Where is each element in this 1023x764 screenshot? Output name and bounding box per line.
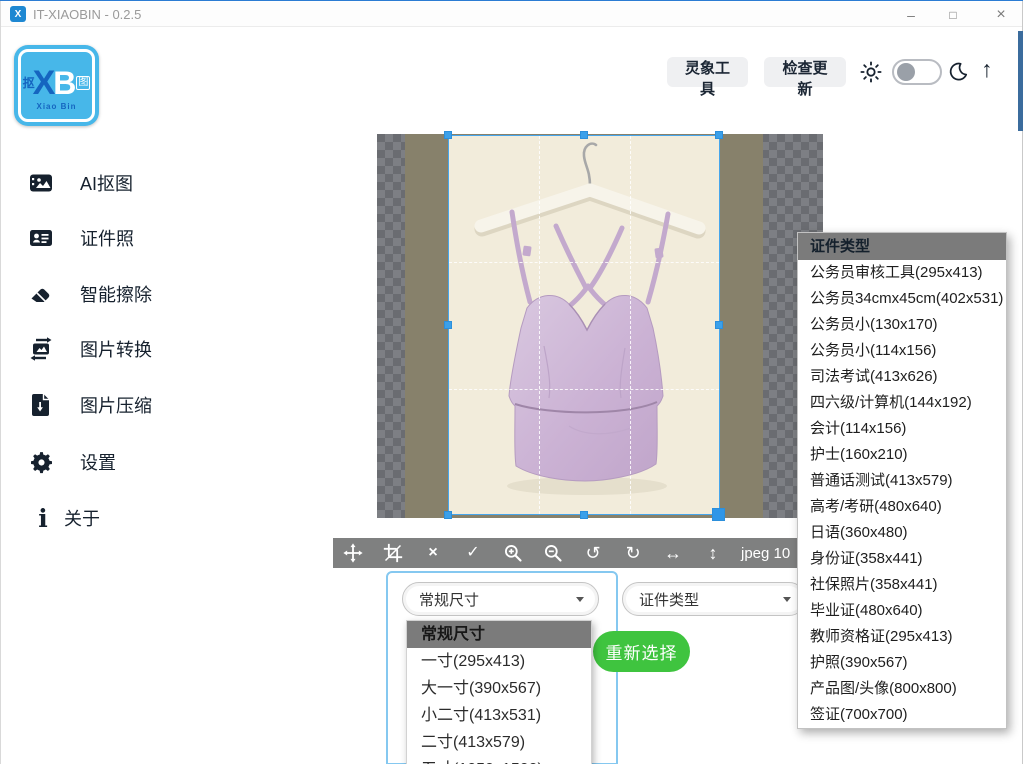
crop-toolbar: × ✓ ↺ ↻ ↔ ↕ jpeg 10 [333,538,800,568]
image-canvas [377,134,823,518]
type-select-value: 证件类型 [639,589,783,610]
check-update-button[interactable]: 检查更新 [764,57,846,87]
id-type-option[interactable]: 社保照片(358x441) [798,572,1006,598]
sidebar-item-label: 图片压缩 [80,392,152,418]
app-window: X IT-XIAOBIN - 0.2.5 – □ × 抠 X B 图 Xiao … [0,0,1023,764]
logo-suffix-char: 图 [76,76,90,90]
image-compress-icon [28,392,54,418]
eraser-icon [28,281,54,307]
app-icon: X [10,6,26,22]
close-button[interactable]: × [984,2,1018,27]
format-quality-label: jpeg 10 [741,545,790,562]
settings-gear-icon [28,449,54,475]
sun-icon [860,61,882,83]
image-convert-icon [28,336,54,362]
size-option[interactable]: 一寸(295x413) [407,648,591,675]
size-select[interactable]: 常规尺寸 [402,582,599,616]
id-type-option[interactable]: 身份证(358x441) [798,546,1006,572]
sidebar-item-id-photo[interactable]: 证件照 [0,221,230,255]
about-info-icon: i [30,505,56,531]
sidebar-item-image-compress[interactable]: 图片压缩 [0,388,230,422]
crop-handle-top-right[interactable] [715,131,723,139]
id-type-option[interactable]: 公务员审核工具(295x413) [798,260,1006,286]
window-scrollbar-thumb[interactable] [1018,31,1023,131]
theme-toggle-switch[interactable] [892,59,942,85]
sidebar-item-label: 图片转换 [80,336,152,362]
id-type-option[interactable]: 高考/考研(480x640) [798,494,1006,520]
confirm-icon[interactable]: ✓ [461,541,485,565]
id-type-option[interactable]: 会计(114x156) [798,416,1006,442]
id-type-option[interactable]: 日语(360x480) [798,520,1006,546]
app-logo-inner: 抠 X B 图 Xiao Bin [18,49,95,122]
reselect-button[interactable]: 重新选择 [593,631,690,672]
zoom-out-icon[interactable] [541,541,565,565]
id-type-option[interactable]: 公务员小(114x156) [798,338,1006,364]
sidebar-item-label: 智能擦除 [80,281,152,307]
logo-b-letter: B [53,67,76,99]
id-type-option[interactable]: 司法考试(413x626) [798,364,1006,390]
flip-horizontal-icon[interactable]: ↔ [661,541,685,565]
sidebar-item-smart-erase[interactable]: 智能擦除 [0,277,230,311]
maximize-button[interactable]: □ [936,2,970,27]
id-type-option[interactable]: 四六级/计算机(144x192) [798,390,1006,416]
moon-icon [948,61,969,82]
crop-handle-mid-right[interactable] [715,321,723,329]
rotate-left-icon[interactable]: ↺ [581,541,605,565]
cancel-icon[interactable]: × [421,541,445,565]
window-title: IT-XIAOBIN - 0.2.5 [33,7,141,22]
sidebar-item-about[interactable]: i 关于 [0,501,230,535]
size-dropdown-list: 常规尺寸 一寸(295x413) 大一寸(390x567) 小二寸(413x53… [406,620,592,764]
garment-photo [449,136,721,516]
crop-handle-bottom-right[interactable] [712,508,725,521]
lingxiang-tools-button[interactable]: 灵象工具 [667,57,748,87]
toggle-knob [897,63,915,81]
move-icon[interactable] [341,541,365,565]
id-type-option[interactable]: 护士(160x210) [798,442,1006,468]
titlebar: X IT-XIAOBIN - 0.2.5 – □ × [1,2,1022,27]
crop-handle-bottom-left[interactable] [444,511,452,519]
size-option[interactable]: 常规尺寸 [407,621,591,648]
id-type-option[interactable]: 公务员34cmx45cm(402x531) [798,286,1006,312]
size-option[interactable]: 五寸(1050x1500) [407,756,591,764]
scroll-top-button[interactable]: ↑ [981,56,993,83]
size-option[interactable]: 大一寸(390x567) [407,675,591,702]
sidebar-item-image-convert[interactable]: 图片转换 [0,332,230,366]
sidebar-item-label: AI抠图 [80,170,133,196]
sidebar-item-ai-cutout[interactable]: AI抠图 [0,166,230,200]
type-select[interactable]: 证件类型 [622,582,806,616]
crop-handle-bottom-center[interactable] [580,511,588,519]
app-logo: 抠 X B 图 Xiao Bin [14,45,99,126]
logo-subtitle: Xiao Bin [21,102,92,111]
id-type-option[interactable]: 普通话测试(413x579) [798,468,1006,494]
id-type-option[interactable]: 签证(700x700) [798,702,1006,728]
size-select-value: 常规尺寸 [419,589,576,610]
sidebar-item-settings[interactable]: 设置 [0,445,230,479]
id-type-option[interactable]: 护照(390x567) [798,650,1006,676]
id-type-menu: 证件类型 公务员审核工具(295x413) 公务员34cmx45cm(402x5… [797,232,1007,729]
id-type-menu-header: 证件类型 [798,233,1006,260]
size-option[interactable]: 小二寸(413x531) [407,702,591,729]
flip-vertical-icon[interactable]: ↕ [701,541,725,565]
size-option[interactable]: 二寸(413x579) [407,729,591,756]
chevron-down-icon [576,597,584,602]
id-type-option[interactable]: 产品图/头像(800x800) [798,676,1006,702]
sidebar-item-label: 设置 [80,449,116,475]
crop-handle-top-left[interactable] [444,131,452,139]
id-photo-icon [28,225,54,251]
id-type-option[interactable]: 教师资格证(295x413) [798,624,1006,650]
logo-x-letter: X [33,66,56,100]
crop-icon[interactable] [381,541,405,565]
crop-handle-mid-left[interactable] [444,321,452,329]
chevron-down-icon [783,597,791,602]
crop-selection[interactable] [448,135,720,515]
zoom-in-icon[interactable] [501,541,525,565]
crop-handle-top-center[interactable] [580,131,588,139]
id-type-option[interactable]: 公务员小(130x170) [798,312,1006,338]
id-type-option[interactable]: 毕业证(480x640) [798,598,1006,624]
minimize-button[interactable]: – [894,2,928,27]
rotate-right-icon[interactable]: ↻ [621,541,645,565]
ai-cutout-icon [28,170,54,196]
sidebar-item-label: 证件照 [80,225,134,251]
sidebar-item-label: 关于 [64,505,100,531]
